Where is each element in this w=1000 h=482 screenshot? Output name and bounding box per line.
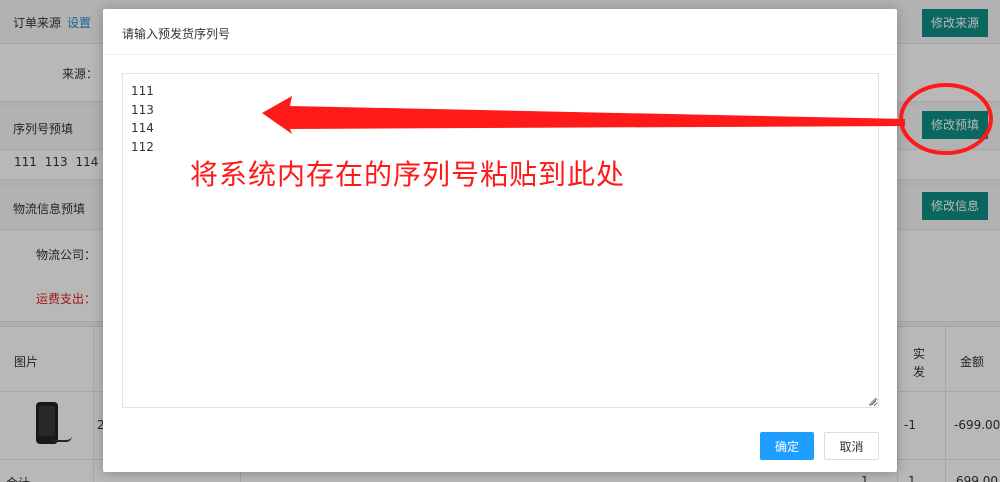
resize-grip-icon[interactable] [868,397,876,405]
dialog-header: 请输入预发货序列号 [103,9,897,55]
serial-number-textarea[interactable]: 111 113 114 112 [122,73,879,408]
dialog-title: 请输入预发货序列号 [122,27,231,41]
annotation-text: 将系统内存在的序列号粘贴到此处 [190,158,626,191]
serial-input-dialog: 请输入预发货序列号 111 113 114 112 确定 取消 [103,9,897,472]
cancel-button[interactable]: 取消 [824,432,879,460]
confirm-button[interactable]: 确定 [760,432,814,460]
